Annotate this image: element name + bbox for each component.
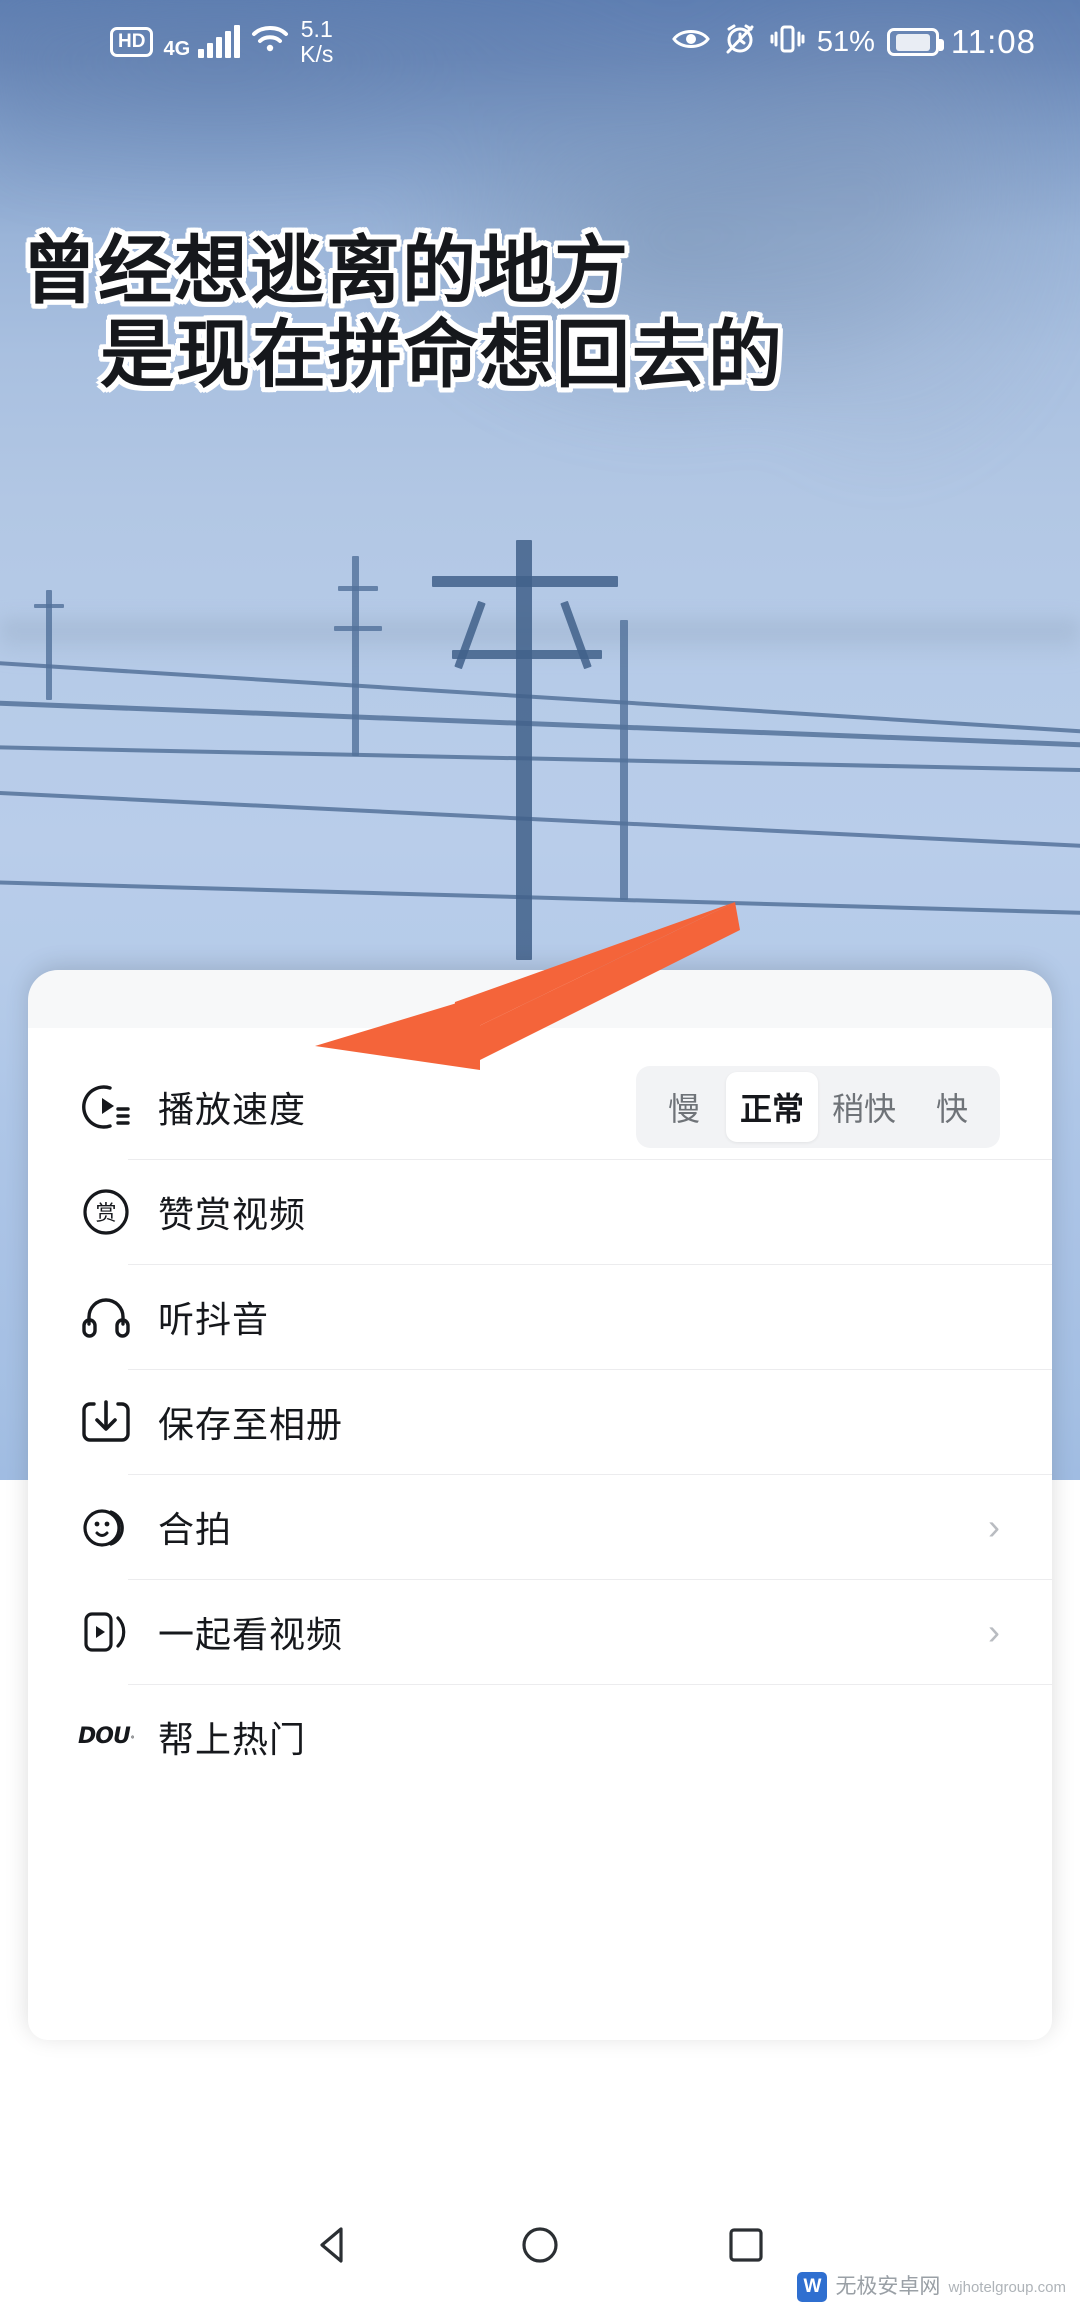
speed-option-slow[interactable]: 慢 xyxy=(642,1072,726,1142)
watermark: W 无极安卓网 wjhotelgroup.com xyxy=(797,2272,1066,2302)
power-line xyxy=(0,880,1080,917)
status-bar: HD 4G 5.1 K/s 51% 11:08 xyxy=(0,0,1080,84)
phone-screen: 曾经想逃离的地方 是现在拼命想回去的 HD 4G 5.1 K/s 51% 11:… xyxy=(0,0,1080,2310)
row-label: 帮上热门 xyxy=(158,1719,307,1761)
lattice-tower-arm xyxy=(334,626,382,631)
hd-icon: HD xyxy=(110,27,154,57)
speed-option-normal[interactable]: 正常 xyxy=(725,1071,818,1142)
chevron-right-icon: › xyxy=(988,1610,1000,1652)
speed-segmented-control[interactable]: 慢 正常 稍快 快 xyxy=(635,1065,1000,1148)
power-line xyxy=(0,790,1080,852)
eye-comfort-icon xyxy=(671,25,711,60)
row-watch-together[interactable]: 一起看视频 › xyxy=(28,1579,1052,1684)
watermark-text: 无极安卓网 xyxy=(835,2275,941,2298)
row-label: 保存至相册 xyxy=(158,1404,344,1446)
wifi-icon xyxy=(250,23,290,62)
row-save-to-album[interactable]: 保存至相册 xyxy=(28,1369,1052,1474)
vibrate-icon xyxy=(769,23,805,62)
network-type-label: 4G xyxy=(163,38,191,60)
pole-crossbar xyxy=(432,576,618,587)
row-label: 赞赏视频 xyxy=(158,1194,307,1236)
row-reward-video[interactable]: 赏 赞赏视频 xyxy=(28,1159,1052,1264)
row-label: 听抖音 xyxy=(158,1299,270,1341)
video-caption-line-1: 曾经想逃离的地方 xyxy=(22,228,630,314)
speed-option-faster[interactable]: 稍快 xyxy=(818,1072,910,1142)
signal-bars-icon: 4G xyxy=(163,25,241,60)
network-speed-value: 5.1 xyxy=(300,16,333,42)
sheet-content: 播放速度 慢 正常 稍快 快 赏 赞赏视频 听抖音 保存至相册 合拍 › 一起看… xyxy=(28,1028,1052,2040)
watermark-sub: wjhotelgroup.com xyxy=(948,2278,1066,2296)
video-caption-line-2: 是现在拼命想回去的 xyxy=(100,312,784,398)
row-listen-douyin[interactable]: 听抖音 xyxy=(28,1264,1052,1369)
playback-speed-label: 播放速度 xyxy=(158,1089,307,1131)
utility-pole xyxy=(516,540,532,960)
status-bar-left: HD 4G 5.1 K/s xyxy=(110,17,333,67)
signal-bars-graphic xyxy=(198,25,241,58)
home-circle-icon[interactable] xyxy=(517,2222,563,2268)
headphones-icon xyxy=(78,1289,134,1345)
power-line xyxy=(0,700,1080,751)
network-speed-indicator: 5.1 K/s xyxy=(300,17,333,67)
speed-option-fast[interactable]: 快 xyxy=(910,1072,994,1142)
chevron-right-icon: › xyxy=(988,1505,1000,1547)
back-triangle-icon[interactable] xyxy=(311,2222,357,2268)
svg-text:赏: 赏 xyxy=(96,1201,117,1225)
watch-together-icon xyxy=(78,1604,134,1660)
recents-square-icon[interactable] xyxy=(723,2222,769,2268)
sheet-top-spacer xyxy=(28,1028,1052,1054)
lattice-tower-arm xyxy=(338,586,378,591)
sheet-drag-handle[interactable] xyxy=(496,992,584,1006)
playback-speed-icon xyxy=(78,1079,134,1135)
download-icon xyxy=(78,1394,134,1450)
side-pole xyxy=(620,620,628,900)
watermark-logo: W xyxy=(797,2272,828,2302)
dou-plus-icon: DOU xyxy=(78,1709,134,1765)
status-bar-right: 51% 11:08 xyxy=(671,22,1036,63)
battery-saver-icon xyxy=(886,28,944,56)
options-bottom-sheet: 播放速度 慢 正常 稍快 快 赏 赞赏视频 听抖音 保存至相册 合拍 › 一起看… xyxy=(28,970,1052,2040)
duet-face-icon xyxy=(78,1499,134,1555)
row-duet[interactable]: 合拍 › xyxy=(28,1474,1052,1579)
clock-label: 11:08 xyxy=(950,23,1036,60)
row-label: 一起看视频 xyxy=(158,1614,344,1656)
reward-icon: 赏 xyxy=(78,1184,134,1240)
power-line xyxy=(0,745,1080,774)
row-playback-speed[interactable]: 播放速度 慢 正常 稍快 快 xyxy=(28,1054,1052,1159)
dou-plus-text: DOU xyxy=(78,1724,131,1749)
network-speed-unit: K/s xyxy=(300,41,334,67)
row-dou-plus[interactable]: DOU 帮上热门 xyxy=(28,1684,1052,1789)
row-label: 合拍 xyxy=(158,1509,233,1551)
battery-percent-label: 51% xyxy=(816,25,875,58)
far-pole-arm xyxy=(34,604,64,608)
alarm-muted-icon xyxy=(723,22,757,63)
